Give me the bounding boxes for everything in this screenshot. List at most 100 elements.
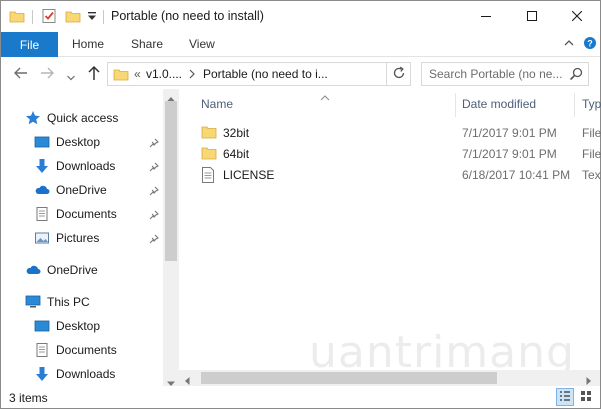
ribbon: File Home Share View ? (1, 32, 600, 57)
svg-text:?: ? (587, 39, 593, 49)
documents-icon (34, 206, 50, 222)
properties-icon[interactable] (41, 8, 57, 27)
horizontal-scrollbar-thumb[interactable] (201, 372, 497, 384)
pin-icon[interactable] (149, 185, 159, 199)
refresh-button[interactable] (387, 62, 411, 86)
title-bar: Portable (no need to install) (1, 1, 600, 32)
chevron-right-icon[interactable] (188, 68, 196, 83)
file-date: 7/1/2017 9:01 PM (462, 147, 557, 161)
file-name: LICENSE (223, 168, 275, 182)
tab-share[interactable]: Share (131, 37, 163, 51)
text-file-icon (201, 167, 215, 186)
table-row[interactable]: 64bit 7/1/2017 9:01 PM File (199, 143, 601, 164)
explorer-window: Portable (no need to install) File Home … (0, 0, 601, 409)
nav-item-onedrive[interactable]: OneDrive (34, 179, 107, 201)
address-row: « v1.0.... Portable (no need to i... (1, 58, 600, 89)
breadcrumb-parent[interactable]: v1.0.... (146, 67, 182, 81)
table-row[interactable]: LICENSE 6/18/2017 10:41 PM Text (199, 164, 601, 186)
breadcrumb-current[interactable]: Portable (no need to i... (203, 67, 328, 81)
column-divider[interactable] (455, 93, 456, 117)
forward-button[interactable] (39, 66, 55, 83)
address-bar[interactable]: « v1.0.... Portable (no need to i... (107, 62, 483, 86)
tab-home[interactable]: Home (72, 37, 104, 51)
file-type: File (582, 147, 601, 161)
sort-ascending-icon (320, 90, 330, 104)
nav-pc-documents[interactable]: Documents (34, 339, 117, 361)
desktop-icon (34, 318, 50, 334)
minimize-button[interactable] (463, 1, 509, 32)
large-icons-view-icon (580, 390, 592, 405)
nav-pc-downloads[interactable]: Downloads (34, 363, 115, 385)
expand-ribbon-icon[interactable] (563, 36, 575, 53)
file-name: 64bit (223, 147, 250, 161)
file-list: Name Date modified Typ 32bit 7/1/2017 9:… (179, 89, 601, 386)
column-header-date[interactable]: Date modified (462, 97, 536, 111)
star-icon (25, 110, 41, 126)
desktop-icon (34, 134, 50, 150)
title-divider (103, 10, 104, 24)
new-folder-icon[interactable] (65, 8, 81, 27)
table-row[interactable]: 32bit 7/1/2017 9:01 PM File (199, 122, 601, 143)
nav-this-pc[interactable]: This PC (25, 291, 90, 313)
onedrive-icon (34, 182, 50, 198)
close-button[interactable] (554, 1, 600, 32)
up-button[interactable] (87, 65, 101, 84)
nav-label: Pictures (56, 231, 100, 245)
maximize-icon (527, 10, 537, 24)
pin-icon[interactable] (149, 233, 159, 247)
file-name: 32bit (223, 126, 250, 140)
folder-icon (201, 125, 217, 142)
details-view-icon (559, 390, 571, 405)
nav-pc-desktop[interactable]: Desktop (34, 315, 100, 337)
folder-icon (113, 66, 129, 85)
nav-item-desktop[interactable]: Desktop (34, 131, 100, 153)
search-input[interactable] (429, 66, 565, 82)
tab-view[interactable]: View (189, 37, 215, 51)
folder-icon[interactable] (9, 8, 25, 27)
back-button[interactable] (13, 66, 29, 83)
horizontal-scrollbar[interactable] (179, 370, 600, 386)
search-box[interactable] (421, 62, 589, 86)
address-overflow[interactable]: « (134, 67, 141, 81)
computer-icon (25, 294, 41, 310)
file-date: 7/1/2017 9:01 PM (462, 126, 557, 140)
column-divider[interactable] (574, 93, 575, 117)
column-header-name[interactable]: Name (201, 97, 233, 111)
nav-onedrive[interactable]: OneDrive (25, 259, 98, 281)
search-icon[interactable] (569, 67, 583, 84)
window-title: Portable (no need to install) (111, 9, 264, 23)
nav-label: Documents (56, 343, 117, 357)
large-icons-view-button[interactable] (577, 388, 595, 406)
folder-icon (201, 146, 217, 163)
pin-icon[interactable] (149, 161, 159, 175)
nav-label: Desktop (56, 135, 101, 149)
nav-item-documents[interactable]: Documents (34, 203, 117, 225)
nav-label: OneDrive (47, 263, 98, 277)
customize-qat-icon[interactable] (87, 10, 97, 25)
help-icon[interactable]: ? (583, 36, 597, 53)
maximize-button[interactable] (509, 1, 555, 32)
nav-label: Downloads (56, 367, 116, 381)
recent-locations-icon[interactable] (67, 70, 75, 84)
nav-item-downloads[interactable]: Downloads (34, 155, 115, 177)
column-header-type[interactable]: Typ (582, 97, 601, 111)
nav-label: Documents (56, 207, 117, 221)
minimize-icon (481, 10, 491, 24)
nav-scrollbar-thumb[interactable] (165, 101, 177, 261)
nav-label: Desktop (56, 319, 101, 333)
nav-scrollbar[interactable] (163, 89, 179, 386)
pin-icon[interactable] (149, 209, 159, 223)
nav-item-pictures[interactable]: Pictures (34, 227, 99, 249)
tab-file[interactable]: File (1, 32, 58, 57)
pin-icon[interactable] (149, 137, 159, 151)
downloads-icon (34, 158, 50, 174)
item-count: 3 items (9, 391, 48, 405)
pictures-icon (34, 230, 50, 246)
nav-label: OneDrive (56, 183, 107, 197)
nav-quick-access[interactable]: Quick access (25, 107, 118, 129)
nav-label: This PC (47, 295, 90, 309)
status-bar: 3 items (1, 386, 600, 408)
nav-label: Downloads (56, 159, 116, 173)
nav-label: Quick access (47, 111, 119, 125)
details-view-button[interactable] (556, 388, 574, 406)
